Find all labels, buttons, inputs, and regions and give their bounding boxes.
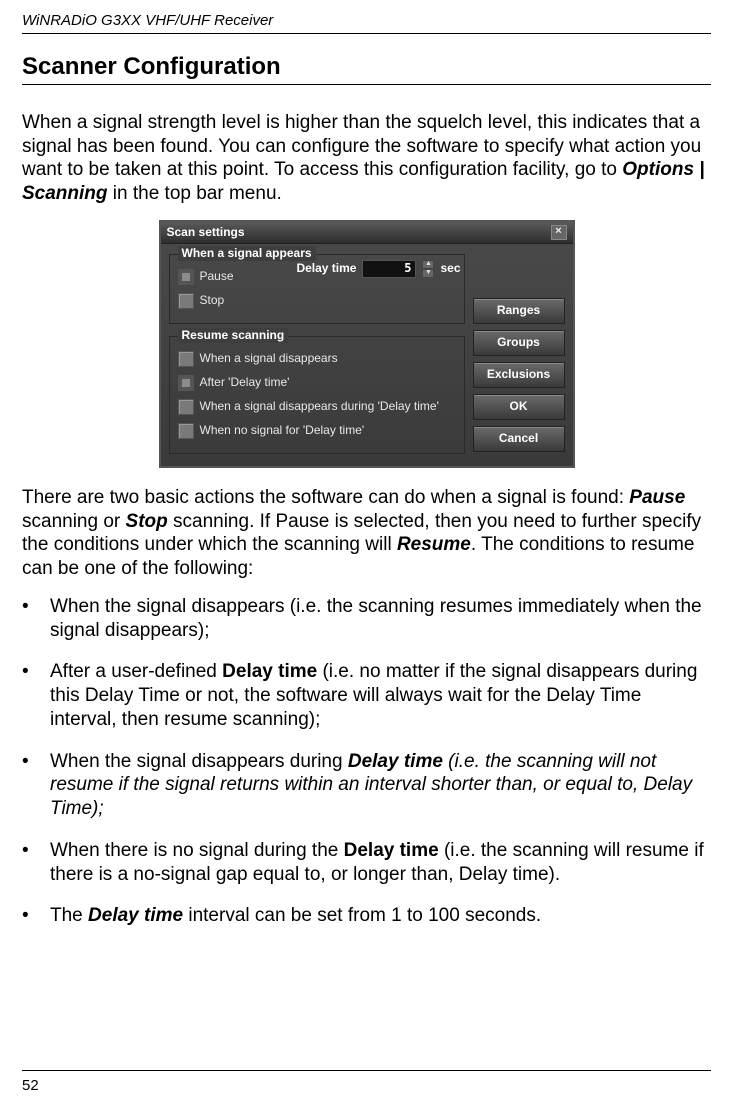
dialog-title-text: Scan settings (167, 225, 245, 240)
bullet-list: • When the signal disappears (i.e. the s… (22, 595, 711, 928)
stop-checkbox[interactable] (178, 293, 194, 309)
pause-label: Pause (200, 269, 234, 284)
list-item: • When the signal disappears during Dela… (22, 750, 711, 821)
pause-checkbox[interactable] (178, 269, 194, 285)
scan-settings-dialog: Scan settings × Delay time 5 ▲ ▼ sec Whe… (159, 220, 575, 468)
term-pause: Pause (629, 487, 685, 508)
text: When a signal strength level is higher t… (22, 112, 701, 181)
term-delay-time: Delay time (222, 661, 317, 682)
ok-button[interactable]: OK (473, 394, 565, 420)
term-stop: Stop (126, 511, 168, 532)
screenshot-container: Scan settings × Delay time 5 ▲ ▼ sec Whe… (22, 220, 711, 468)
list-item: • The Delay time interval can be set fro… (22, 904, 711, 928)
bullet-text: After a user-defined Delay time (i.e. no… (50, 660, 711, 731)
resume-no-signal-label: When no signal for 'Delay time' (200, 423, 365, 438)
text: in the top bar menu. (108, 183, 282, 204)
exclusions-button[interactable]: Exclusions (473, 362, 565, 388)
bullet-icon: • (22, 750, 50, 821)
text: The (50, 905, 88, 926)
resume-no-signal-checkbox[interactable] (178, 423, 194, 439)
page-number: 52 (22, 1077, 39, 1094)
list-item: • After a user-defined Delay time (i.e. … (22, 660, 711, 731)
dialog-titlebar: Scan settings × (161, 222, 573, 244)
when-signal-appears-group: When a signal appears Pause Stop (169, 254, 465, 324)
bullet-text: The Delay time interval can be set from … (50, 904, 711, 928)
resume-disappears-during-label: When a signal disappears during 'Delay t… (200, 399, 439, 414)
text: interval can be set from 1 to 100 second… (183, 905, 541, 926)
cancel-button[interactable]: Cancel (473, 426, 565, 452)
text: scanning or (22, 511, 126, 532)
resume-scanning-group: Resume scanning When a signal disappears… (169, 336, 465, 454)
term-delay-time: Delay time (348, 751, 443, 772)
text: There are two basic actions the software… (22, 487, 629, 508)
list-item: • When the signal disappears (i.e. the s… (22, 595, 711, 643)
resume-after-delay-label: After 'Delay time' (200, 375, 290, 390)
resume-disappears-label: When a signal disappears (200, 351, 338, 366)
bullet-text: When the signal disappears during Delay … (50, 750, 711, 821)
text: After a user-defined (50, 661, 222, 682)
section-title: Scanner Configuration (22, 52, 711, 85)
resume-disappears-checkbox[interactable] (178, 351, 194, 367)
bullet-icon: • (22, 904, 50, 928)
bullet-text: When there is no signal during the Delay… (50, 839, 711, 887)
paragraph-actions: There are two basic actions the software… (22, 486, 711, 581)
text: When there is no signal during the (50, 840, 344, 861)
bullet-icon: • (22, 595, 50, 643)
document-header: WiNRADiO G3XX VHF/UHF Receiver (22, 12, 711, 34)
resume-after-delay-checkbox[interactable] (178, 375, 194, 391)
intro-paragraph: When a signal strength level is higher t… (22, 111, 711, 206)
term-resume: Resume (397, 534, 471, 555)
group-title: Resume scanning (178, 328, 289, 343)
term-delay-time: Delay time (344, 840, 439, 861)
bullet-icon: • (22, 839, 50, 887)
term-delay-time: Delay time (88, 905, 183, 926)
ranges-button[interactable]: Ranges (473, 298, 565, 324)
bullet-icon: • (22, 660, 50, 731)
close-icon[interactable]: × (551, 225, 567, 240)
bullet-text: When the signal disappears (i.e. the sca… (50, 595, 711, 643)
resume-disappears-during-checkbox[interactable] (178, 399, 194, 415)
stop-label: Stop (200, 293, 225, 308)
groups-button[interactable]: Groups (473, 330, 565, 356)
group-title: When a signal appears (178, 246, 316, 261)
page-footer: 52 (22, 1070, 711, 1096)
text: When the signal disappears during (50, 751, 348, 772)
list-item: • When there is no signal during the Del… (22, 839, 711, 887)
